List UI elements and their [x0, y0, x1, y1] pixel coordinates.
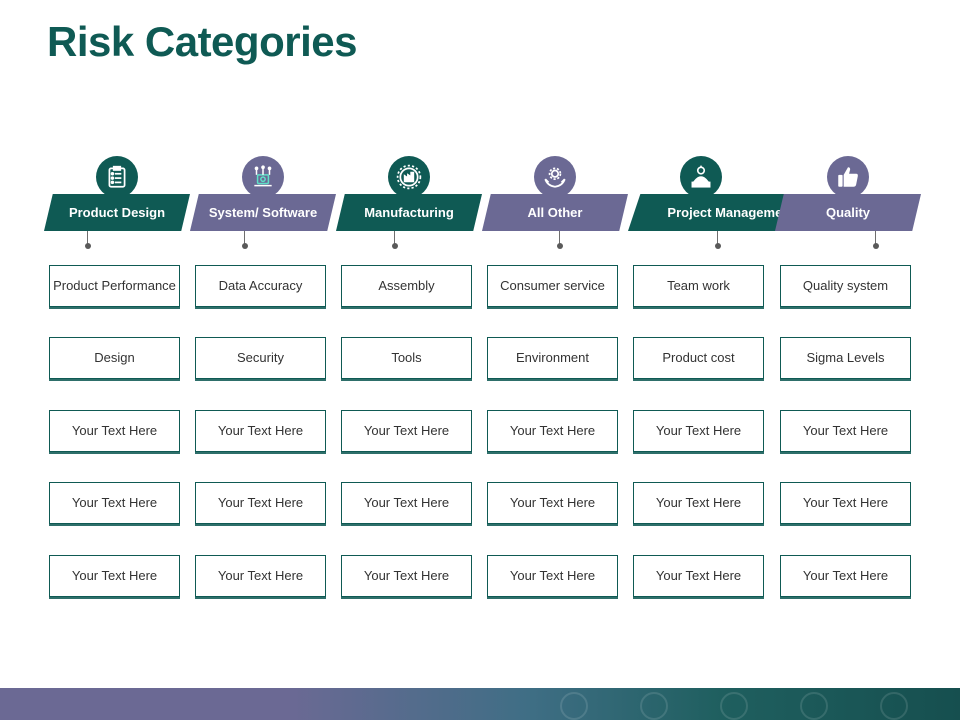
risk-item-box: Product Performance	[49, 265, 180, 309]
risk-item-box: Your Text Here	[341, 555, 472, 599]
connector-dot	[241, 243, 248, 249]
category-heading: Quality	[775, 194, 921, 231]
risk-item-box: Sigma Levels	[780, 337, 911, 381]
gear-decor-icon	[640, 692, 668, 720]
risk-item-box: Your Text Here	[49, 555, 180, 599]
risk-item-box: Your Text Here	[487, 482, 618, 526]
risk-item-box: Tools	[341, 337, 472, 381]
connector-dot	[391, 243, 398, 249]
risk-item-box: Quality system	[780, 265, 911, 309]
gear-decor-icon	[800, 692, 828, 720]
risk-item-box: Design	[49, 337, 180, 381]
connector-dot	[872, 243, 879, 249]
category-column: All Other Consumer service Environment Your…	[482, 0, 628, 620]
risk-item-box: Your Text Here	[49, 410, 180, 454]
category-column: Product Design Product Performance Design Y…	[44, 0, 190, 620]
risk-item-box: Your Text Here	[633, 555, 764, 599]
risk-item-box: Product cost	[633, 337, 764, 381]
category-column: Quality Quality system Sigma Levels Your Te…	[775, 0, 921, 620]
category-heading: All Other	[482, 194, 628, 231]
risk-item-box: Data Accuracy	[195, 265, 326, 309]
risk-item-box: Your Text Here	[487, 410, 618, 454]
category-heading: System/ Software	[190, 194, 336, 231]
hands-gear-icon	[534, 156, 576, 198]
risk-item-box: Your Text Here	[195, 555, 326, 599]
risk-item-box: Your Text Here	[633, 482, 764, 526]
gear-decor-icon	[880, 692, 908, 720]
risk-item-box: Your Text Here	[780, 482, 911, 526]
risk-item-box: Your Text Here	[780, 410, 911, 454]
gear-factory-icon	[388, 156, 430, 198]
gear-decor-icon	[720, 692, 748, 720]
risk-item-box: Your Text Here	[49, 482, 180, 526]
risk-item-box: Your Text Here	[780, 555, 911, 599]
risk-item-box: Your Text Here	[195, 410, 326, 454]
category-heading: Manufacturing	[336, 194, 482, 231]
footer-band	[0, 688, 960, 720]
gear-decor-icon	[560, 692, 588, 720]
connector-dot	[556, 243, 563, 249]
risk-item-box: Your Text Here	[195, 482, 326, 526]
connector-dot	[84, 243, 91, 249]
risk-item-box: Assembly	[341, 265, 472, 309]
category-heading: Product Design	[44, 194, 190, 231]
manager-icon	[680, 156, 722, 198]
risk-item-box: Your Text Here	[341, 410, 472, 454]
risk-item-box: Consumer service	[487, 265, 618, 309]
risk-item-box: Your Text Here	[487, 555, 618, 599]
thumbs-up-icon	[827, 156, 869, 198]
category-column: Project Management Team work Product cost Y…	[628, 0, 834, 620]
risk-item-box: Security	[195, 337, 326, 381]
category-column: System/ Software Data Accuracy Security You…	[190, 0, 336, 620]
category-column: Manufacturing Assembly Tools Your Text Here…	[336, 0, 482, 620]
risk-item-box: Environment	[487, 337, 618, 381]
risk-item-box: Team work	[633, 265, 764, 309]
risk-item-box: Your Text Here	[633, 410, 764, 454]
checklist-icon	[96, 156, 138, 198]
circuit-icon	[242, 156, 284, 198]
risk-item-box: Your Text Here	[341, 482, 472, 526]
connector-dot	[714, 243, 721, 249]
